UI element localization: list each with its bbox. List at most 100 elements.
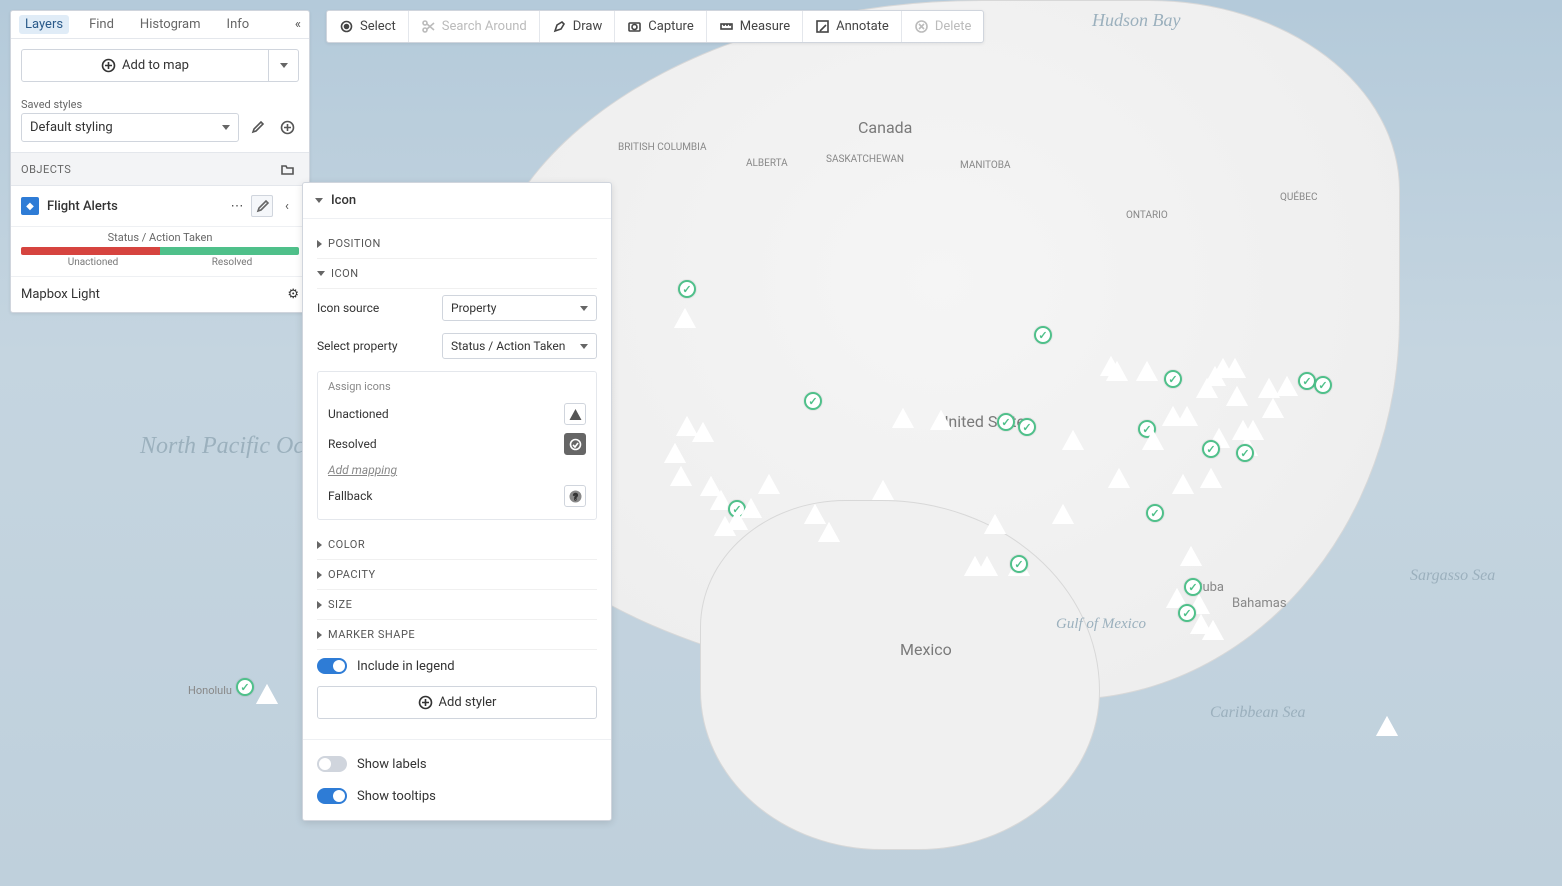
legend-label-unactioned: Unactioned <box>68 257 119 268</box>
layer-collapse-icon[interactable]: ‹ <box>275 194 299 218</box>
popover-header[interactable]: Icon <box>303 183 611 219</box>
toolbar-select[interactable]: Select <box>327 11 409 42</box>
legend-color-bar <box>21 247 299 255</box>
basemap-row[interactable]: Mapbox Light ⚙ <box>11 276 309 312</box>
toolbar-measure[interactable]: Measure <box>707 11 803 42</box>
marker-unactioned[interactable] <box>1178 408 1200 430</box>
saved-styles-select[interactable]: Default styling <box>21 113 239 142</box>
accordion-opacity[interactable]: OPACITY <box>317 560 597 590</box>
show-tooltips-label: Show tooltips <box>357 789 436 804</box>
toolbar-annotate[interactable]: Annotate <box>803 11 902 42</box>
marker-resolved[interactable]: ✓ <box>1202 440 1224 462</box>
marker-unactioned[interactable] <box>1204 622 1226 644</box>
marker-unactioned[interactable] <box>1054 506 1076 528</box>
plus-circle-icon <box>418 695 433 710</box>
plus-circle-icon <box>280 120 295 135</box>
marker-unactioned[interactable] <box>932 412 954 434</box>
fallback-icon-picker[interactable]: ? <box>564 485 586 507</box>
toolbar-draw-label: Draw <box>573 19 603 34</box>
marker-unactioned[interactable] <box>672 468 694 490</box>
tab-histogram[interactable]: Histogram <box>134 15 207 34</box>
marker-unactioned[interactable] <box>258 686 280 708</box>
marker-unactioned[interactable] <box>1064 432 1086 454</box>
layer-legend: Status / Action Taken Unactioned Resolve… <box>11 227 309 276</box>
accordion-color[interactable]: COLOR <box>317 530 597 560</box>
check-circle-icon <box>568 437 583 452</box>
marker-unactioned[interactable] <box>1138 363 1160 385</box>
marker-resolved[interactable]: ✓ <box>1034 326 1056 348</box>
label-honolulu: Honolulu <box>188 684 232 697</box>
toolbar-capture[interactable]: Capture <box>615 11 706 42</box>
folder-icon[interactable] <box>275 157 299 181</box>
add-styler-button[interactable]: Add styler <box>317 686 597 719</box>
marker-unactioned[interactable] <box>666 445 688 467</box>
toolbar-draw[interactable]: Draw <box>540 11 616 42</box>
marker-unactioned[interactable] <box>1202 470 1224 492</box>
marker-resolved[interactable]: ✓ <box>236 678 258 700</box>
assign-unactioned-icon-picker[interactable] <box>564 403 586 425</box>
assign-resolved-icon-picker[interactable] <box>564 433 586 455</box>
marker-unactioned[interactable] <box>676 310 698 332</box>
layer-style-button[interactable] <box>251 195 273 217</box>
tab-find[interactable]: Find <box>83 15 120 34</box>
marker-resolved[interactable]: ✓ <box>804 392 826 414</box>
add-style-button[interactable] <box>275 116 299 140</box>
marker-unactioned[interactable] <box>1110 470 1132 492</box>
assign-unactioned-label: Unactioned <box>328 407 389 421</box>
saved-styles-value: Default styling <box>30 120 113 135</box>
accordion-marker-shape[interactable]: MARKER SHAPE <box>317 620 597 650</box>
marker-unactioned[interactable] <box>1174 476 1196 498</box>
accordion-icon[interactable]: ICON <box>317 259 597 289</box>
marker-unactioned[interactable] <box>694 424 716 446</box>
pen-icon <box>552 19 567 34</box>
marker-unactioned[interactable] <box>1108 363 1130 385</box>
marker-unactioned[interactable] <box>894 410 916 432</box>
accordion-position[interactable]: POSITION <box>317 229 597 259</box>
tab-layers[interactable]: Layers <box>19 15 69 34</box>
marker-unactioned[interactable] <box>986 516 1008 538</box>
marker-resolved[interactable]: ✓ <box>997 413 1019 435</box>
sidebar-tabs: Layers Find Histogram Info « <box>11 11 309 39</box>
basemap-settings-icon[interactable]: ⚙ <box>287 287 299 302</box>
toolbar-annotate-label: Annotate <box>836 19 889 34</box>
add-mapping-link[interactable]: Add mapping <box>328 463 397 477</box>
marker-unactioned[interactable] <box>1182 548 1204 570</box>
marker-unactioned[interactable] <box>1378 718 1400 740</box>
add-to-map-dropdown[interactable] <box>269 49 299 82</box>
layer-more-icon[interactable]: ⋯ <box>225 194 249 218</box>
marker-unactioned[interactable] <box>1264 400 1286 422</box>
marker-unactioned[interactable] <box>874 482 896 504</box>
toolbar-delete[interactable]: Delete <box>902 11 984 42</box>
pencil-icon <box>250 120 265 135</box>
marker-unactioned[interactable] <box>1278 378 1300 400</box>
chevron-down-icon <box>580 306 588 311</box>
marker-resolved[interactable]: ✓ <box>1236 444 1258 466</box>
collapse-panel-icon[interactable]: « <box>295 17 301 32</box>
edit-style-button[interactable] <box>245 116 269 140</box>
marker-unactioned[interactable] <box>716 518 738 540</box>
accordion-size[interactable]: SIZE <box>317 590 597 620</box>
marker-unactioned[interactable] <box>820 524 842 546</box>
icon-source-select[interactable]: Property <box>442 295 597 321</box>
marker-resolved[interactable]: ✓ <box>678 280 700 302</box>
marker-unactioned[interactable] <box>1228 388 1250 410</box>
marker-unactioned[interactable] <box>1226 360 1248 382</box>
layer-flight-alerts[interactable]: ◆ Flight Alerts ⋯ ‹ <box>11 186 309 227</box>
show-labels-toggle[interactable] <box>317 756 347 772</box>
toolbar-delete-label: Delete <box>935 19 972 34</box>
marker-unactioned[interactable] <box>978 558 1000 580</box>
marker-resolved[interactable]: ✓ <box>1164 370 1186 392</box>
marker-unactioned[interactable] <box>760 476 782 498</box>
select-property-select[interactable]: Status / Action Taken <box>442 333 597 359</box>
svg-text:?: ? <box>573 493 577 503</box>
show-tooltips-toggle[interactable] <box>317 788 347 804</box>
toolbar-search-around[interactable]: Search Around <box>409 11 540 42</box>
marker-resolved[interactable]: ✓ <box>1018 418 1040 440</box>
include-in-legend-toggle[interactable] <box>317 658 347 674</box>
marker-resolved[interactable]: ✓ <box>1314 376 1336 398</box>
tab-info[interactable]: Info <box>221 15 256 34</box>
marker-unactioned[interactable] <box>1144 432 1166 454</box>
marker-resolved[interactable]: ✓ <box>1146 504 1168 526</box>
marker-resolved[interactable]: ✓ <box>1010 555 1032 577</box>
add-to-map-button[interactable]: Add to map <box>21 49 269 82</box>
